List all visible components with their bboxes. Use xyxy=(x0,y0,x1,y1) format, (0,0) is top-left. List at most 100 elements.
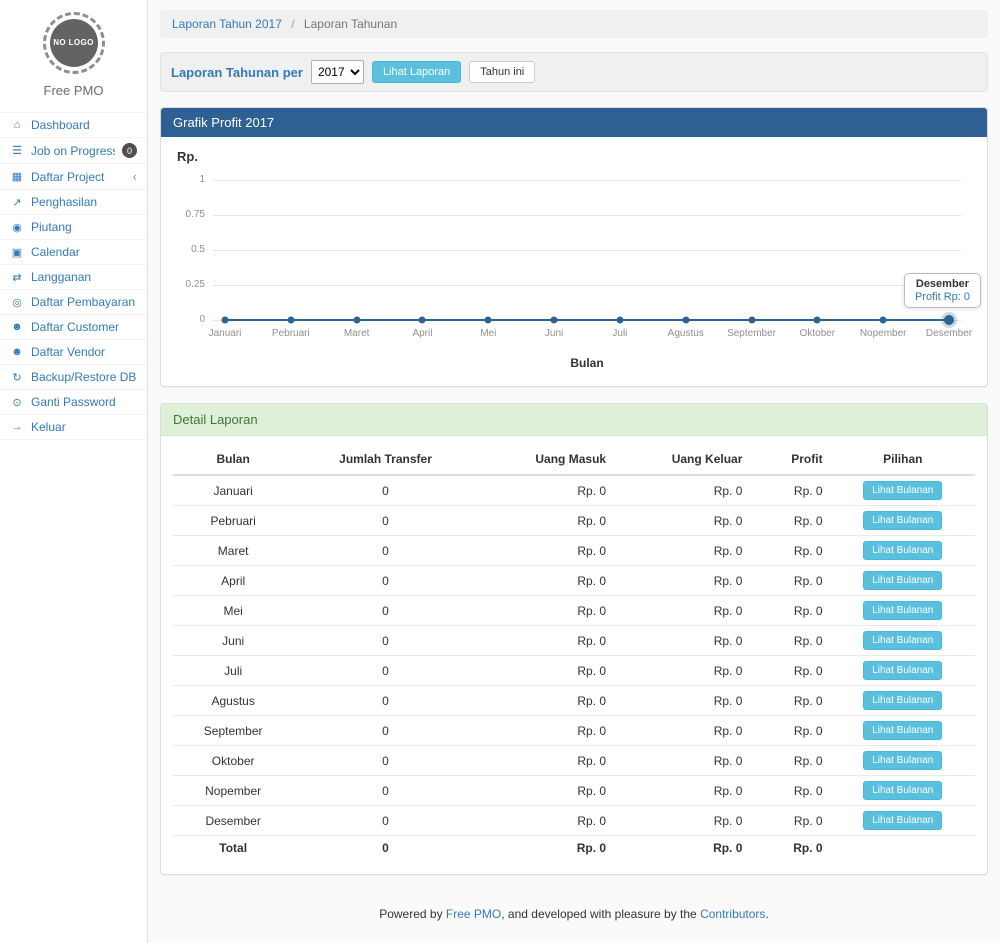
data-point-oktober[interactable] xyxy=(814,317,821,324)
y-tick-label: 0.25 xyxy=(171,279,205,290)
lihat-bulanan-button[interactable]: Lihat Bulanan xyxy=(863,661,942,680)
cell-profit: Rp. 0 xyxy=(750,626,830,656)
sidebar-item-job-on-progress[interactable]: ☰Job on Progress0 xyxy=(0,137,147,163)
gridline xyxy=(213,215,961,216)
sidebar-item-daftar-pembayaran[interactable]: ◎Daftar Pembayaran xyxy=(0,289,147,314)
lihat-bulanan-button[interactable]: Lihat Bulanan xyxy=(863,511,942,530)
sidebar-item-penghasilan[interactable]: ↗Penghasilan xyxy=(0,189,147,214)
table-row: Juni0Rp. 0Rp. 0Rp. 0Lihat Bulanan xyxy=(173,626,975,656)
sidebar-item-daftar-vendor[interactable]: ☻Daftar Vendor xyxy=(0,339,147,364)
logout-icon: → xyxy=(10,421,24,433)
cell-bulan: Mei xyxy=(173,596,293,626)
table-row: Nopember0Rp. 0Rp. 0Rp. 0Lihat Bulanan xyxy=(173,776,975,806)
cell-uang-masuk: Rp. 0 xyxy=(478,686,614,716)
cell-jumlah-transfer: 0 xyxy=(293,566,477,596)
table-row: Oktober0Rp. 0Rp. 0Rp. 0Lihat Bulanan xyxy=(173,746,975,776)
data-point-desember[interactable] xyxy=(944,315,954,325)
cell-uang-masuk: Rp. 0 xyxy=(478,656,614,686)
data-point-september[interactable] xyxy=(748,317,755,324)
lihat-bulanan-button[interactable]: Lihat Bulanan xyxy=(863,481,942,500)
data-point-pebruari[interactable] xyxy=(287,317,294,324)
sidebar-item-ganti-password[interactable]: ⊙Ganti Password xyxy=(0,389,147,414)
sidebar-item-langganan[interactable]: ⇄Langganan xyxy=(0,264,147,289)
x-tick-label: Pebruari xyxy=(272,328,310,339)
lihat-bulanan-button[interactable]: Lihat Bulanan xyxy=(863,751,942,770)
x-tick-label: September xyxy=(727,328,776,339)
cell-uang-masuk: Rp. 0 xyxy=(478,626,614,656)
sidebar-item-backup-restore-db[interactable]: ↻Backup/Restore DB xyxy=(0,364,147,389)
cell-pilihan: Lihat Bulanan xyxy=(831,626,975,656)
cell-jumlah-transfer: 0 xyxy=(293,716,477,746)
cell-uang-keluar: Rp. 0 xyxy=(614,806,750,836)
sidebar-item-daftar-project[interactable]: ▦Daftar Project‹ xyxy=(0,163,147,189)
lihat-bulanan-button[interactable]: Lihat Bulanan xyxy=(863,601,942,620)
sidebar-item-calendar[interactable]: ▣Calendar xyxy=(0,239,147,264)
sidebar-item-piutang[interactable]: ◉Piutang xyxy=(0,214,147,239)
sidebar-item-label: Daftar Project xyxy=(31,170,126,184)
sidebar-item-keluar[interactable]: → Keluar xyxy=(0,414,147,440)
cell-profit: Rp. 0 xyxy=(750,506,830,536)
exchange-icon: ⇄ xyxy=(10,271,24,284)
cell-uang-keluar: Rp. 0 xyxy=(614,536,750,566)
table-row: Desember0Rp. 0Rp. 0Rp. 0Lihat Bulanan xyxy=(173,806,975,836)
cell-uang-keluar: Rp. 0 xyxy=(614,626,750,656)
cell-pilihan: Lihat Bulanan xyxy=(831,506,975,536)
users-icon: ☻ xyxy=(10,346,24,358)
footer-text: , and developed with pleasure by the xyxy=(501,907,700,921)
cell-jumlah-transfer: 0 xyxy=(293,475,477,506)
column-header-profit: Profit xyxy=(750,444,830,475)
cell-bulan: Total xyxy=(173,836,293,861)
lihat-bulanan-button[interactable]: Lihat Bulanan xyxy=(863,541,942,560)
footer-link-contributors[interactable]: Contributors xyxy=(700,907,765,921)
lihat-bulanan-button[interactable]: Lihat Bulanan xyxy=(863,631,942,650)
sidebar-item-daftar-customer[interactable]: ☻Daftar Customer xyxy=(0,314,147,339)
data-point-juli[interactable] xyxy=(616,317,623,324)
column-header-jumlah-transfer: Jumlah Transfer xyxy=(293,444,477,475)
footer-link-free-pmo[interactable]: Free PMO xyxy=(446,907,501,921)
chart-y-axis-title: Rp. xyxy=(177,149,961,164)
breadcrumb-link-laporan-tahun[interactable]: Laporan Tahun 2017 xyxy=(172,17,282,31)
cell-uang-masuk: Rp. 0 xyxy=(478,806,614,836)
sidebar-item-label: Job on Progress xyxy=(31,144,115,158)
calendar-icon: ▣ xyxy=(10,246,24,259)
lihat-bulanan-button[interactable]: Lihat Bulanan xyxy=(863,811,942,830)
x-tick-label: Oktober xyxy=(800,328,836,339)
sidebar-item-label: Keluar xyxy=(31,420,137,434)
table-row: Januari0Rp. 0Rp. 0Rp. 0Lihat Bulanan xyxy=(173,475,975,506)
chart-x-axis-title: Bulan xyxy=(213,356,961,370)
cell-uang-masuk: Rp. 0 xyxy=(478,596,614,626)
cell-uang-masuk: Rp. 0 xyxy=(478,776,614,806)
x-tick-label: Agustus xyxy=(668,328,704,339)
y-tick-label: 0 xyxy=(171,314,205,325)
chart-panel-title: Grafik Profit 2017 xyxy=(161,108,987,137)
tooltip-value: Profit Rp: 0 xyxy=(915,291,970,303)
lihat-bulanan-button[interactable]: Lihat Bulanan xyxy=(863,571,942,590)
lihat-bulanan-button[interactable]: Lihat Bulanan xyxy=(863,721,942,740)
data-point-agustus[interactable] xyxy=(682,317,689,324)
data-point-april[interactable] xyxy=(419,317,426,324)
logo: NO LOGO xyxy=(43,12,105,74)
tahun-ini-button[interactable]: Tahun ini xyxy=(469,61,535,83)
eye-icon: ◉ xyxy=(10,221,24,234)
sidebar-item-label: Backup/Restore DB xyxy=(31,370,137,384)
data-point-januari[interactable] xyxy=(222,317,229,324)
lihat-laporan-button[interactable]: Lihat Laporan xyxy=(372,61,461,83)
lihat-bulanan-button[interactable]: Lihat Bulanan xyxy=(863,691,942,710)
cell-pilihan: Lihat Bulanan xyxy=(831,566,975,596)
filter-label: Laporan Tahunan per xyxy=(171,65,303,80)
cell-bulan: Nopember xyxy=(173,776,293,806)
year-select[interactable]: 2017 xyxy=(311,60,364,84)
data-point-maret[interactable] xyxy=(353,317,360,324)
data-point-juni[interactable] xyxy=(551,317,558,324)
cell-bulan: Juli xyxy=(173,656,293,686)
cell-profit: Rp. 0 xyxy=(750,716,830,746)
lihat-bulanan-button[interactable]: Lihat Bulanan xyxy=(863,781,942,800)
y-tick-label: 0.5 xyxy=(171,244,205,255)
cell-profit: Rp. 0 xyxy=(750,475,830,506)
sidebar-item-dashboard[interactable]: ⌂Dashboard xyxy=(0,112,147,137)
data-point-nopember[interactable] xyxy=(880,317,887,324)
sidebar: NO LOGO Free PMO ⌂Dashboard☰Job on Progr… xyxy=(0,0,148,943)
cell-pilihan: Lihat Bulanan xyxy=(831,776,975,806)
brand-name: Free PMO xyxy=(0,83,147,98)
data-point-mei[interactable] xyxy=(485,317,492,324)
